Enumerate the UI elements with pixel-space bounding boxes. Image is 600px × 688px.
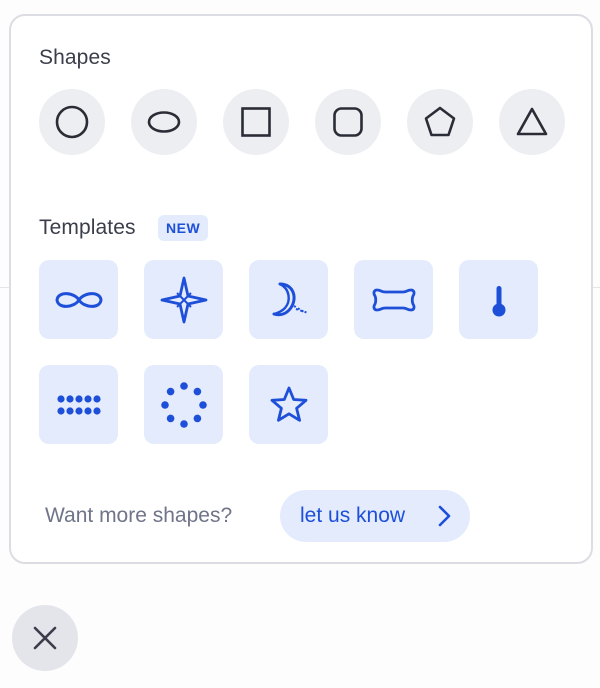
close-button[interactable]: [12, 605, 78, 671]
square-shape-button[interactable]: [223, 89, 289, 155]
infinity-template-button[interactable]: [39, 260, 118, 339]
infinity-icon: [55, 291, 102, 308]
crescent-moon-icon: [272, 282, 308, 316]
circle-shape-button[interactable]: [39, 89, 105, 155]
ellipse-icon: [147, 111, 181, 133]
four-point-star-icon: [160, 276, 207, 323]
let-us-know-button[interactable]: let us know: [280, 490, 470, 542]
triangle-icon: [516, 107, 548, 136]
crescent-moon-template-button[interactable]: [249, 260, 328, 339]
chevron-right-icon: [438, 505, 451, 527]
star-icon: [270, 386, 307, 422]
shapes-panel: Shapes Templates NEW Want more shapes? l…: [9, 14, 593, 564]
dot-grid-template-button[interactable]: [39, 365, 118, 444]
dot-ring-icon: [160, 381, 207, 428]
pentagon-icon: [424, 106, 456, 137]
close-icon: [33, 626, 57, 650]
bone-banner-template-button[interactable]: [354, 260, 433, 339]
let-us-know-label: let us know: [300, 504, 406, 527]
circle-icon: [55, 105, 89, 139]
rounded-square-shape-button[interactable]: [315, 89, 381, 155]
four-point-star-template-button[interactable]: [144, 260, 223, 339]
star-template-button[interactable]: [249, 365, 328, 444]
shapes-section-title: Shapes: [39, 46, 111, 69]
bone-banner-icon: [372, 288, 415, 311]
triangle-shape-button[interactable]: [499, 89, 565, 155]
more-shapes-prompt: Want more shapes?: [45, 504, 233, 527]
dot-ring-template-button[interactable]: [144, 365, 223, 444]
rounded-square-icon: [333, 107, 363, 137]
thermometer-template-button[interactable]: [459, 260, 538, 339]
pentagon-shape-button[interactable]: [407, 89, 473, 155]
dot-grid-icon: [56, 394, 101, 415]
templates-section-title: Templates: [39, 216, 136, 239]
square-icon: [241, 107, 271, 137]
new-badge: NEW: [158, 215, 209, 241]
thermometer-icon: [492, 285, 505, 316]
ellipse-shape-button[interactable]: [131, 89, 197, 155]
